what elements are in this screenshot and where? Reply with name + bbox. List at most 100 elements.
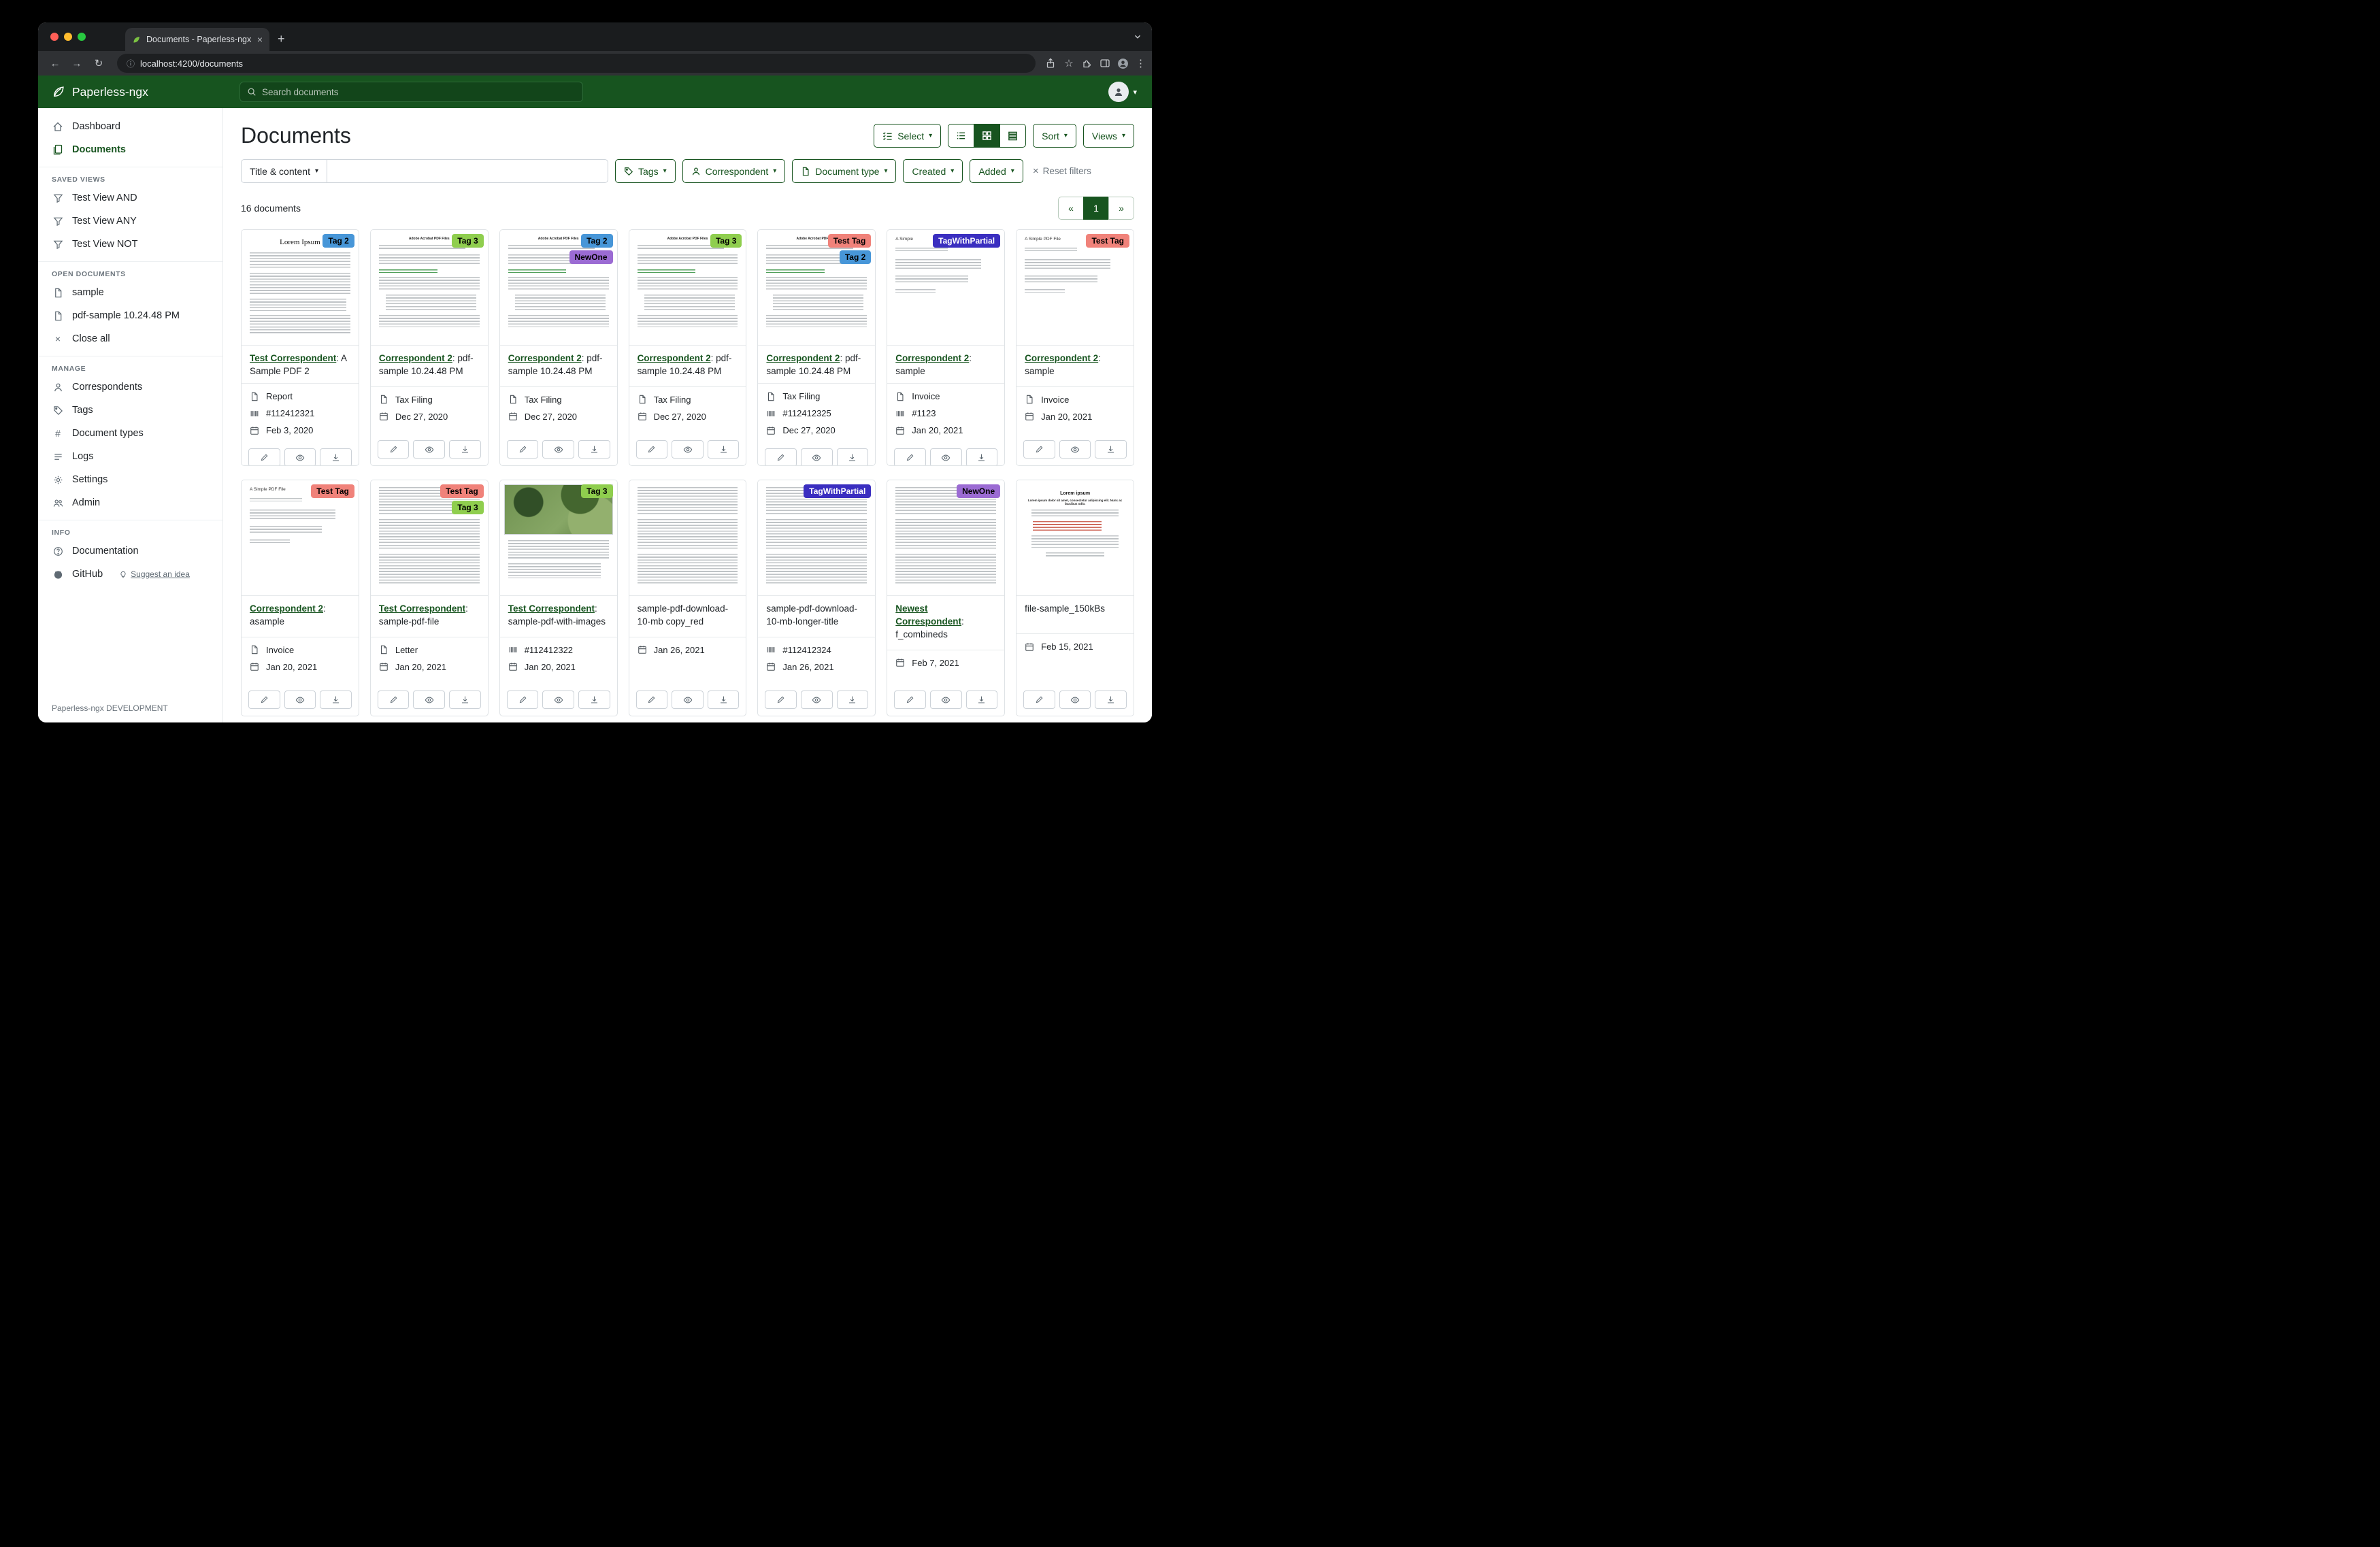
- suggest-idea-link[interactable]: Suggest an idea: [119, 569, 190, 579]
- download-button[interactable]: [578, 440, 610, 459]
- app-brand[interactable]: Paperless-ngx: [38, 85, 223, 99]
- current-page-button[interactable]: 1: [1083, 197, 1109, 220]
- filter-text-input[interactable]: [327, 159, 608, 183]
- edit-button[interactable]: [1023, 440, 1055, 459]
- tag-badge[interactable]: Tag 2: [840, 250, 871, 264]
- side-panel-icon[interactable]: [1100, 58, 1110, 69]
- forward-icon[interactable]: →: [68, 58, 86, 69]
- browser-tab[interactable]: Documents - Paperless-ngx ×: [125, 28, 269, 51]
- site-info-icon[interactable]: ⓘ: [127, 58, 135, 69]
- user-menu[interactable]: ▾: [1108, 82, 1137, 102]
- download-button[interactable]: [449, 691, 481, 709]
- edit-button[interactable]: [765, 448, 797, 466]
- download-button[interactable]: [966, 691, 998, 709]
- document-preview[interactable]: TagWithPartialA Simple: [887, 230, 1004, 346]
- address-bar[interactable]: ⓘ localhost:4200/documents: [117, 54, 1036, 73]
- sidebar-item-tags[interactable]: Tags: [38, 399, 222, 422]
- tag-badge[interactable]: TagWithPartial: [933, 234, 1000, 248]
- tag-badge[interactable]: Tag 2: [581, 234, 612, 248]
- correspondent-link[interactable]: Newest Correspondent: [895, 603, 961, 627]
- download-button[interactable]: [837, 448, 869, 466]
- sidebar-item-documentation[interactable]: Documentation: [38, 539, 222, 563]
- open-document-sample[interactable]: sample: [38, 281, 222, 304]
- correspondent-link[interactable]: Correspondent 2: [638, 353, 711, 363]
- minimize-window-button[interactable]: [64, 33, 72, 41]
- tag-badge[interactable]: TagWithPartial: [804, 484, 871, 498]
- edit-button[interactable]: [765, 691, 797, 709]
- document-preview[interactable]: Tag 3: [500, 480, 617, 596]
- sidebar-item-github[interactable]: GitHub Suggest an idea: [38, 563, 222, 586]
- created-filter-button[interactable]: Created ▾: [903, 159, 963, 183]
- tag-badge[interactable]: Tag 3: [452, 234, 483, 248]
- search-input[interactable]: [262, 87, 576, 97]
- detail-view-button[interactable]: [999, 124, 1026, 148]
- edit-button[interactable]: [1023, 691, 1055, 709]
- edit-button[interactable]: [378, 691, 410, 709]
- edit-button[interactable]: [894, 691, 926, 709]
- sidebar-item-test-view-any[interactable]: Test View ANY: [38, 210, 222, 233]
- download-button[interactable]: [708, 440, 740, 459]
- edit-button[interactable]: [507, 691, 539, 709]
- download-button[interactable]: [837, 691, 869, 709]
- grid-view-button[interactable]: [974, 124, 1000, 148]
- edit-button[interactable]: [894, 448, 926, 466]
- correspondent-link[interactable]: Correspondent 2: [1025, 353, 1098, 363]
- sidebar-item-documents[interactable]: Documents: [38, 138, 222, 161]
- tag-badge[interactable]: Test Tag: [1086, 234, 1129, 248]
- document-preview[interactable]: TagWithPartial: [758, 480, 875, 596]
- edit-button[interactable]: [636, 691, 668, 709]
- view-button[interactable]: [1059, 691, 1091, 709]
- sidebar-item-document-types[interactable]: # Document types: [38, 422, 222, 445]
- view-button[interactable]: [672, 440, 704, 459]
- close-all-button[interactable]: × Close all: [38, 327, 222, 350]
- tag-badge[interactable]: NewOne: [957, 484, 1000, 498]
- view-button[interactable]: [930, 448, 962, 466]
- document-preview[interactable]: Lorem ipsumLorem ipsum dolor sit amet, c…: [1017, 480, 1134, 596]
- download-button[interactable]: [708, 691, 740, 709]
- document-preview[interactable]: Tag 2NewOneAdobe Acrobat PDF Files: [500, 230, 617, 346]
- reset-filters-button[interactable]: × Reset filters: [1033, 165, 1091, 177]
- tag-badge[interactable]: Tag 3: [710, 234, 742, 248]
- view-button[interactable]: [542, 440, 574, 459]
- document-preview[interactable]: Tag 3Adobe Acrobat PDF Files: [371, 230, 488, 346]
- correspondent-link[interactable]: Test Correspondent: [379, 603, 465, 614]
- back-icon[interactable]: ←: [46, 58, 64, 69]
- menu-kebab-icon[interactable]: ⋮: [1136, 57, 1144, 69]
- tag-badge[interactable]: Tag 3: [581, 484, 612, 498]
- correspondent-link[interactable]: Correspondent 2: [895, 353, 969, 363]
- view-button[interactable]: [413, 691, 445, 709]
- document-preview[interactable]: Tag 2Lorem Ipsum: [242, 230, 359, 346]
- edit-button[interactable]: [378, 440, 410, 459]
- sidebar-item-admin[interactable]: Admin: [38, 491, 222, 514]
- view-button[interactable]: [413, 440, 445, 459]
- view-button[interactable]: [1059, 440, 1091, 459]
- correspondent-link[interactable]: Test Correspondent: [250, 353, 336, 363]
- correspondent-link[interactable]: Correspondent 2: [250, 603, 323, 614]
- document-preview[interactable]: Tag 3Adobe Acrobat PDF Files: [629, 230, 746, 346]
- sidebar-item-dashboard[interactable]: Dashboard: [38, 115, 222, 138]
- tag-badge[interactable]: Tag 2: [323, 234, 354, 248]
- select-button[interactable]: Select ▾: [874, 124, 941, 148]
- document-preview[interactable]: Test TagTag 3: [371, 480, 488, 596]
- view-button[interactable]: [542, 691, 574, 709]
- document-preview[interactable]: NewOne: [887, 480, 1004, 596]
- edit-button[interactable]: [507, 440, 539, 459]
- view-button[interactable]: [672, 691, 704, 709]
- edit-button[interactable]: [248, 448, 280, 466]
- document-preview[interactable]: Test TagTag 2Adobe Acrobat PDF Files: [758, 230, 875, 346]
- sidebar-item-correspondents[interactable]: Correspondents: [38, 376, 222, 399]
- document-type-filter-button[interactable]: Document type ▾: [792, 159, 896, 183]
- next-page-button[interactable]: »: [1108, 197, 1134, 220]
- added-filter-button[interactable]: Added ▾: [970, 159, 1023, 183]
- extensions-puzzle-icon[interactable]: [1082, 58, 1093, 69]
- tag-badge[interactable]: Tag 3: [452, 501, 483, 514]
- tab-search-chevron-icon[interactable]: [1133, 32, 1142, 45]
- correspondent-link[interactable]: Correspondent 2: [766, 353, 840, 363]
- maximize-window-button[interactable]: [78, 33, 86, 41]
- document-preview[interactable]: Test TagA Simple PDF File: [1017, 230, 1134, 346]
- view-button[interactable]: [930, 691, 962, 709]
- tags-filter-button[interactable]: Tags ▾: [615, 159, 676, 183]
- bookmark-star-icon[interactable]: ☆: [1063, 57, 1075, 69]
- sort-button[interactable]: Sort ▾: [1033, 124, 1076, 148]
- sidebar-item-test-view-not[interactable]: Test View NOT: [38, 233, 222, 256]
